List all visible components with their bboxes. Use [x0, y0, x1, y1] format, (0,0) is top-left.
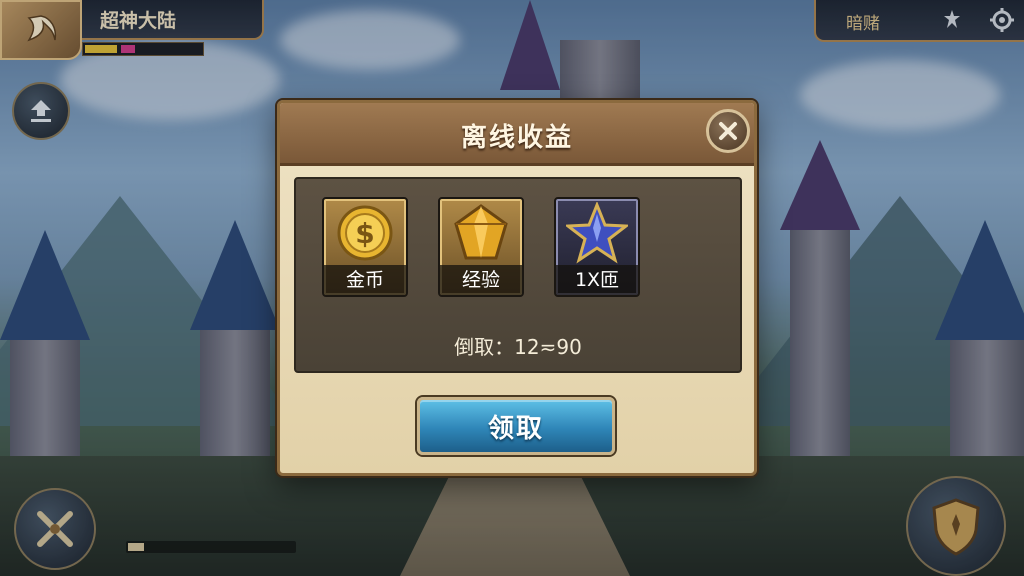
time-value: 12≂90	[514, 335, 582, 359]
claim-button[interactable]: 领取	[417, 397, 615, 455]
offline-time-row: 倒取：12≂90	[296, 331, 740, 360]
blue-star-icon	[566, 202, 628, 264]
reward-panel: $ 金币 经验 1X匝 倒取：12≂90	[294, 177, 742, 373]
offline-earnings-dialog: 离线收益 $ 金币 经验 1X匝 倒取：12≂90 领取	[277, 100, 757, 476]
reward-item-gold[interactable]: $ 金币	[322, 197, 408, 297]
reward-label: 金币	[324, 265, 406, 295]
dialog-header: 离线收益	[280, 103, 754, 166]
claim-button-label: 领取	[487, 413, 544, 444]
reward-item-star[interactable]: 1X匝	[554, 197, 640, 297]
reward-label: 1X匝	[556, 265, 638, 295]
exp-gem-icon	[454, 204, 508, 260]
reward-label: 经验	[440, 265, 522, 295]
svg-text:$: $	[355, 217, 374, 250]
gold-coin-icon: $	[337, 205, 393, 261]
close-icon	[719, 122, 737, 140]
time-label: 倒取：	[454, 335, 515, 359]
close-button[interactable]	[706, 109, 750, 153]
reward-item-exp[interactable]: 经验	[438, 197, 524, 297]
dialog-title: 离线收益	[460, 123, 573, 153]
